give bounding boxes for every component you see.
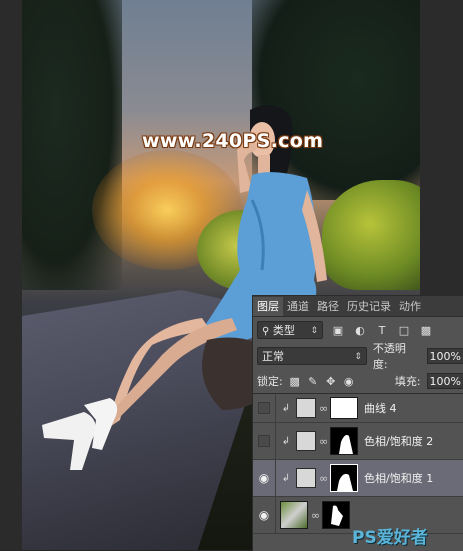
curves-adjustment-icon [296,398,316,418]
layer-name: 曲线 4 [364,402,397,415]
lock-row: 锁定: ▩ ✎ ✥ ◉ 填充: 100% [253,369,463,393]
visibility-toggle[interactable]: ◉ [253,497,276,533]
layer-row[interactable]: ↲ ∞ 曲线 4 [253,394,463,423]
mask-shape [339,434,353,454]
filter-type-select[interactable]: ⚲ 类型 ⇕ [257,321,323,339]
layer-name: 色相/饱和度 2 [364,435,434,448]
filter-type-value: 类型 [272,324,295,337]
lock-position-icon[interactable]: ✥ [325,375,337,388]
blend-mode-value: 正常 [262,350,284,363]
layer-thumbnail[interactable] [280,501,308,529]
filter-row: ⚲ 类型 ⇕ ▣ ◐ T □ ▩ [253,317,463,343]
tab-layers[interactable]: 图层 [253,297,283,316]
blend-mode-select[interactable]: 正常 ⇕ [257,347,367,365]
tab-channels[interactable]: 通道 [283,297,313,316]
layer-mask-thumbnail[interactable] [330,397,358,419]
layer-mask-thumbnail[interactable] [330,464,358,492]
opacity-label: 不透明度: [372,342,406,371]
fill-field[interactable]: 100% [426,373,463,389]
lock-pixels-icon[interactable]: ✎ [307,375,319,388]
layers-list: ↲ ∞ 曲线 4 ↲ ∞ 色相/饱和度 2 ◉ ↲ ∞ 色相/饱和度 1 ◉ ∞ [253,393,463,534]
blend-row: 正常 ⇕ 不透明度: 100% [253,342,463,371]
layer-row-selected[interactable]: ◉ ↲ ∞ 色相/饱和度 1 [253,460,463,497]
clip-arrow-icon: ↲ [281,402,291,414]
hue-saturation-adjustment-icon [296,468,316,488]
visibility-toggle[interactable]: ◉ [253,460,276,496]
visibility-toggle[interactable] [253,394,276,422]
hidden-eye-icon [258,402,270,414]
layer-mask-thumbnail[interactable] [322,501,350,529]
clip-arrow-icon: ↲ [281,472,291,484]
link-icon: ∞ [319,471,329,485]
hidden-eye-icon [258,435,270,447]
adjustment-filter-icon[interactable]: ◐ [353,323,367,337]
link-icon: ∞ [319,434,329,448]
watermark-text: www.240PS.com [142,130,324,152]
tab-history[interactable]: 历史记录 [343,297,395,316]
updown-arrow-icon: ⇕ [310,326,318,336]
mask-shape [331,505,343,526]
shape-filter-icon[interactable]: □ [397,323,411,337]
type-filter-icon[interactable]: T [375,323,389,337]
updown-arrow-icon: ⇕ [354,352,362,362]
tab-actions[interactable]: 动作 [395,297,425,316]
tab-paths[interactable]: 路径 [313,297,343,316]
visibility-toggle[interactable] [253,423,276,459]
lock-transparent-icon[interactable]: ▩ [289,375,301,388]
layer-mask-thumbnail[interactable] [330,427,358,455]
hue-saturation-adjustment-icon [296,431,316,451]
layers-panel[interactable]: 图层 通道 路径 历史记录 动作 ⚲ 类型 ⇕ ▣ ◐ T □ ▩ 正常 ⇕ 不… [252,295,463,551]
smart-object-filter-icon[interactable]: ▩ [419,323,433,337]
link-icon: ∞ [311,508,321,522]
lock-all-icon[interactable]: ◉ [343,375,355,388]
eye-icon: ◉ [258,508,270,522]
opacity-field[interactable]: 100% [426,348,463,364]
fill-label: 填充: [394,375,421,388]
search-icon: ⚲ [262,326,270,337]
mask-shape [337,473,353,491]
clip-arrow-icon: ↲ [281,435,291,447]
panel-tabs: 图层 通道 路径 历史记录 动作 [253,296,463,317]
link-icon: ∞ [319,401,329,415]
layer-name: 色相/饱和度 1 [364,472,434,485]
lock-label: 锁定: [257,375,283,388]
ps-logo: PS爱好者 [352,528,428,548]
image-filter-icon[interactable]: ▣ [331,323,345,337]
layer-row[interactable]: ↲ ∞ 色相/饱和度 2 [253,423,463,460]
eye-icon: ◉ [258,471,270,485]
